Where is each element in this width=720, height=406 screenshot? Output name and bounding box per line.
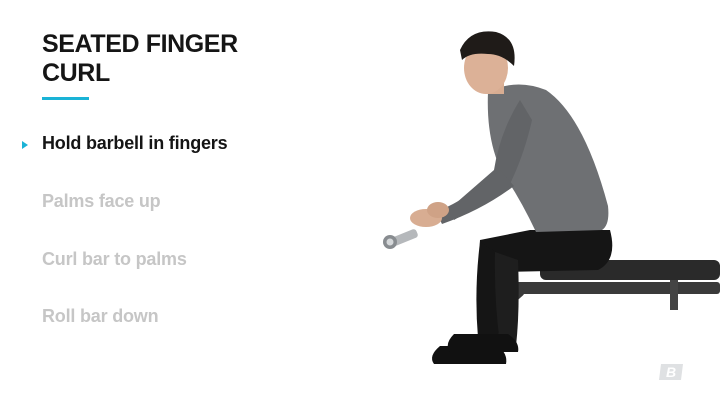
bench (490, 260, 720, 343)
step-item: Curl bar to palms (42, 249, 187, 269)
step-item: Palms face up (42, 191, 161, 211)
bodybuilding-b-logo-icon: B (659, 364, 683, 380)
step-item: Roll bar down (42, 306, 159, 326)
svg-text:B: B (666, 364, 676, 380)
barbell (383, 229, 418, 249)
head (460, 31, 515, 94)
active-step-marker-icon (22, 141, 28, 149)
legs (432, 230, 613, 364)
title-underline (42, 97, 89, 100)
exercise-title: SEATED FINGER CURL (42, 30, 238, 87)
exercise-illustration (383, 31, 720, 364)
step-item: Hold barbell in fingers (42, 133, 228, 153)
